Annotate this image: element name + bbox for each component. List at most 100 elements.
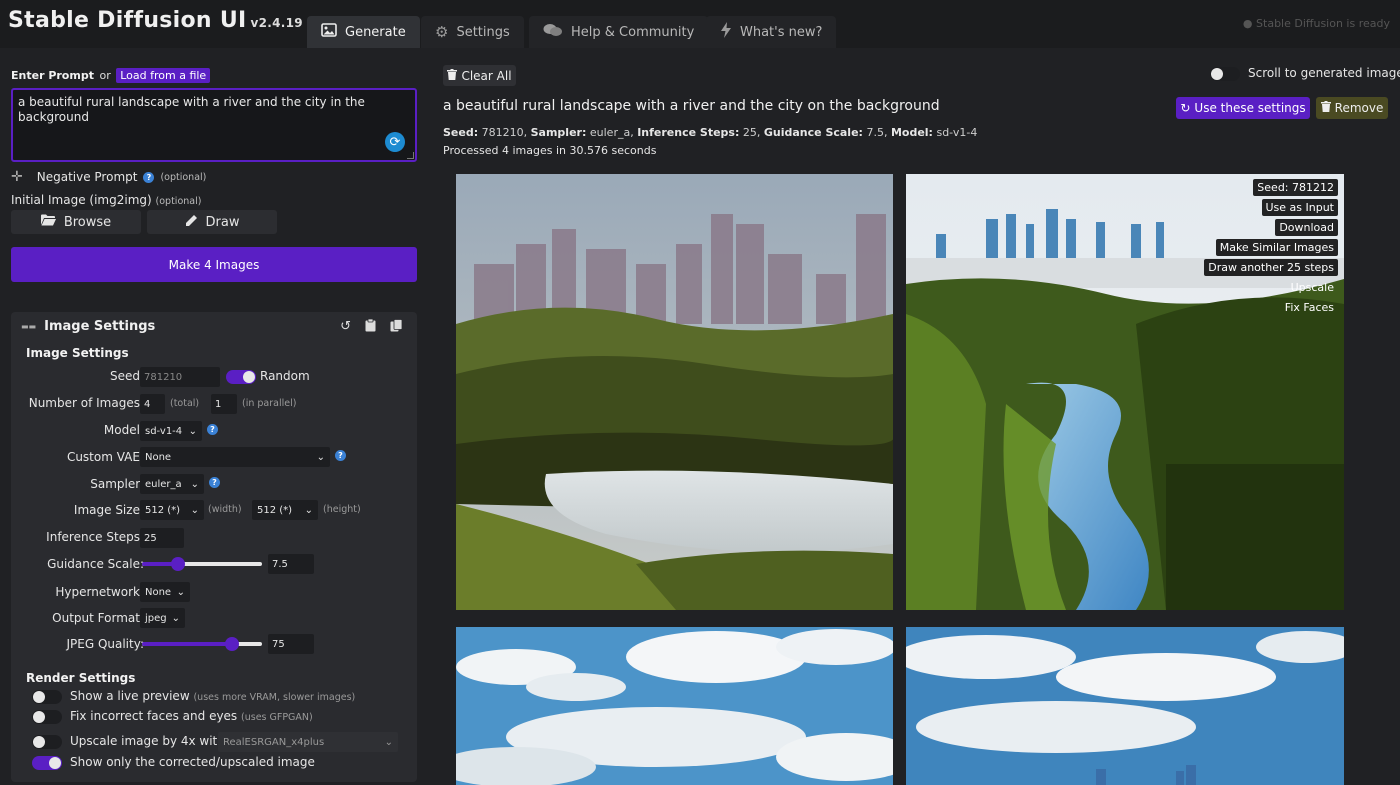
trash-icon	[447, 68, 458, 83]
fix-faces-button[interactable]: Fix Faces	[1281, 299, 1338, 316]
tab-label: Help & Community	[571, 24, 695, 40]
generated-image-1[interactable]	[456, 174, 893, 610]
num-parallel-input[interactable]: 1	[211, 394, 237, 414]
seed-badge: Seed: 781212	[1253, 179, 1338, 196]
num-images-label: Number of Images:	[28, 396, 144, 410]
help-icon[interactable]: ?	[143, 171, 155, 183]
width-select[interactable]: 512 (*) ⌄	[140, 500, 204, 520]
status-text: ● Stable Diffusion is ready	[1242, 17, 1390, 30]
seed-input[interactable]: 781210	[140, 367, 220, 387]
prompt-header: Enter Prompt or Load from a file	[11, 68, 211, 83]
model-select[interactable]: sd-v1-4 ⌄	[140, 421, 202, 441]
fix-faces-toggle[interactable]	[32, 710, 62, 724]
use-settings-button[interactable]: ↻ Use these settings	[1176, 97, 1310, 119]
panel-header[interactable]: ▬▬ Image Settings	[21, 319, 155, 334]
make-similar-button[interactable]: Make Similar Images	[1215, 239, 1338, 256]
hypernetwork-label: Hypernetwork:	[55, 585, 144, 599]
random-label: Random	[260, 369, 310, 383]
steps-label: Inference Steps:	[46, 530, 144, 544]
jpeg-slider[interactable]	[142, 637, 262, 651]
upscale-toggle[interactable]	[32, 735, 62, 749]
make-images-button[interactable]: Make 4 Images	[11, 247, 417, 282]
draw-button[interactable]: Draw	[147, 210, 277, 234]
live-preview-toggle[interactable]	[32, 690, 62, 704]
comments-icon	[543, 23, 563, 41]
app-header: Stable Diffusion UI v2.4.19 Generate ⚙ Se…	[0, 0, 1400, 48]
tab-generate[interactable]: Generate	[307, 16, 420, 48]
show-corrected-toggle[interactable]	[32, 756, 62, 770]
steps-input[interactable]: 25	[140, 528, 184, 548]
panel-title: Image Settings	[44, 319, 156, 334]
image-actions: Seed: 781212 Use as Input Download Make …	[1204, 179, 1338, 316]
live-preview-row: Show a live preview (uses more VRAM, slo…	[70, 689, 356, 703]
refresh-icon[interactable]: ⟳	[385, 132, 405, 152]
jpeg-input[interactable]: 75	[268, 634, 314, 654]
app-logo: Stable Diffusion UI v2.4.19	[8, 8, 303, 33]
height-hint: (height)	[323, 504, 361, 515]
hypernetwork-select[interactable]: None ⌄	[140, 582, 190, 602]
help-icon[interactable]: ?	[207, 424, 218, 435]
format-select[interactable]: jpeg ⌄	[140, 608, 185, 628]
total-hint: (total)	[170, 398, 200, 409]
remove-button[interactable]: Remove	[1316, 97, 1388, 119]
random-seed-toggle[interactable]	[226, 370, 256, 384]
negative-prompt-label: Negative Prompt	[36, 170, 138, 184]
folder-icon	[40, 214, 56, 230]
negative-prompt-row[interactable]: ✛ Negative Prompt ? (optional)	[11, 169, 206, 185]
browse-button[interactable]: Browse	[11, 210, 141, 234]
generated-image-3[interactable]	[456, 627, 893, 785]
jpeg-label: JPEG Quality:	[66, 637, 144, 651]
resize-handle[interactable]	[407, 152, 414, 159]
copy-icon[interactable]	[390, 319, 403, 336]
panel-actions: ↺	[340, 318, 403, 336]
prompt-text: a beautiful rural landscape with a river…	[18, 95, 365, 124]
slider-thumb[interactable]	[171, 557, 185, 571]
initial-image-label: Initial Image (img2img)	[11, 193, 152, 207]
draw-label: Draw	[205, 214, 240, 230]
gear-icon: ⚙	[435, 23, 449, 41]
generated-image-2[interactable]: Seed: 781212 Use as Input Download Make …	[906, 174, 1344, 610]
help-icon[interactable]: ?	[335, 450, 346, 461]
guidance-label: Guidance Scale:	[47, 557, 144, 571]
sliders-icon: ▬▬	[21, 322, 37, 331]
clear-all-button[interactable]: Clear All	[443, 65, 516, 86]
sampler-label: Sampler:	[90, 477, 144, 491]
guidance-input[interactable]: 7.5	[268, 554, 314, 574]
trash-icon	[1320, 101, 1331, 115]
height-select[interactable]: 512 (*) ⌄	[252, 500, 318, 520]
format-label: Output Format:	[52, 611, 144, 625]
model-label: Model:	[103, 423, 144, 437]
pencil-icon	[185, 214, 198, 231]
tab-label: What's new?	[740, 24, 823, 40]
slider-fill	[142, 642, 232, 646]
vae-select[interactable]: None ⌄	[140, 447, 330, 467]
draw-more-button[interactable]: Draw another 25 steps	[1204, 259, 1338, 276]
slider-thumb[interactable]	[225, 637, 239, 651]
parallel-hint: (in parallel)	[242, 398, 297, 409]
bolt-icon	[720, 22, 732, 42]
tab-help-community[interactable]: Help & Community	[529, 16, 709, 48]
upscale-model-select[interactable]: RealESRGAN_x4plus ⌄	[218, 732, 398, 752]
download-button[interactable]: Download	[1275, 219, 1338, 236]
image-size-label: Image Size:	[73, 503, 144, 517]
vae-label: Custom VAE:	[66, 450, 144, 464]
sampler-select[interactable]: euler_a ⌄	[140, 474, 204, 494]
upscale-button[interactable]: Upscale	[1287, 279, 1338, 296]
image-settings-panel: ▬▬ Image Settings ↺ Image Settings Seed:…	[11, 312, 417, 782]
reset-icon[interactable]: ↺	[340, 319, 351, 336]
tab-whats-new[interactable]: What's new?	[706, 16, 837, 48]
initial-image-optional: (optional)	[155, 196, 202, 207]
tab-settings[interactable]: ⚙ Settings	[421, 16, 524, 48]
guidance-slider[interactable]	[142, 557, 262, 571]
prompt-input[interactable]: a beautiful rural landscape with a river…	[11, 88, 417, 162]
scroll-toggle[interactable]	[1210, 67, 1240, 81]
app-title: Stable Diffusion UI	[8, 8, 247, 33]
processed-text: Processed 4 images in 30.576 seconds	[443, 144, 657, 157]
generated-image-4[interactable]	[906, 627, 1344, 785]
help-icon[interactable]: ?	[209, 477, 220, 488]
clipboard-icon[interactable]	[365, 318, 376, 336]
load-from-file-link[interactable]: Load from a file	[116, 68, 211, 83]
show-corrected-label: Show only the corrected/upscaled image	[70, 755, 315, 769]
use-as-input-button[interactable]: Use as Input	[1261, 199, 1338, 216]
num-total-input[interactable]: 4	[140, 394, 165, 414]
